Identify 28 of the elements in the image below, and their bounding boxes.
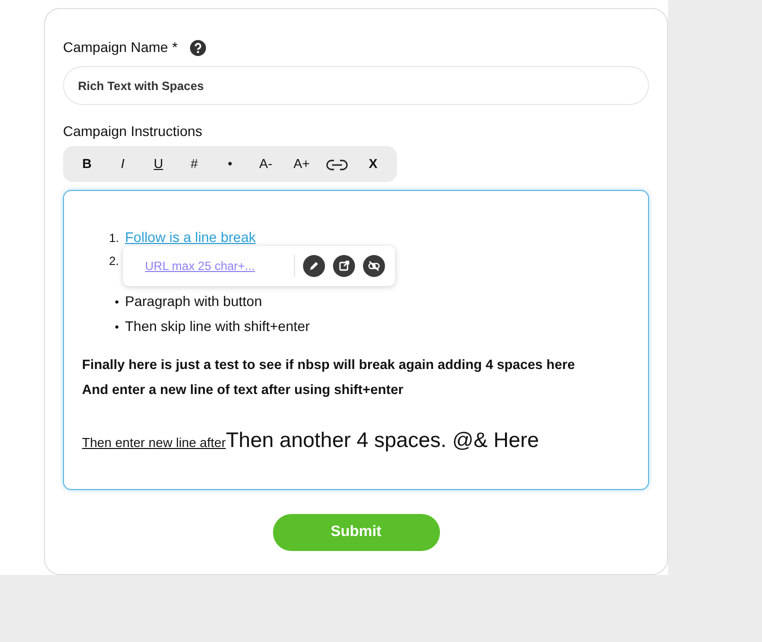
text-line: Finally here is just a test to see if nbsp will break again adding 4 spaces here xyxy=(82,356,576,374)
toolbar-button[interactable]: I xyxy=(104,149,141,179)
link-icon xyxy=(326,158,348,171)
external-link-button[interactable] xyxy=(333,255,355,277)
help-icon[interactable] xyxy=(190,40,206,56)
text-line: And enter a new line of text after using shift+enter xyxy=(82,381,404,399)
bullet-marker: • xyxy=(114,294,119,311)
name-input[interactable]: Rich Text with Spaces xyxy=(63,66,649,105)
required-mark: * xyxy=(172,38,178,57)
bullet-marker: • xyxy=(114,319,119,336)
toolbar-button[interactable]: # xyxy=(176,149,212,179)
toolbar-button[interactable]: A+ xyxy=(284,149,320,179)
list-item-text: Paragraph with button xyxy=(125,292,262,311)
toolbar-button[interactable]: B xyxy=(69,149,105,179)
list-item-text: Then skip line with shift+enter xyxy=(125,317,310,336)
edit-button[interactable] xyxy=(303,255,325,277)
toolbar-button[interactable]: A- xyxy=(248,149,284,179)
field-label: Campaign Instructions xyxy=(63,122,204,141)
list-number: 1. xyxy=(108,230,119,247)
editor-area[interactable] xyxy=(63,190,649,490)
toolbar-button[interactable]: • xyxy=(212,149,248,179)
field-label: Campaign Name xyxy=(63,38,168,57)
text-line: Then enter new line after xyxy=(82,434,226,452)
unlink-button[interactable] xyxy=(363,255,385,277)
list-number: 2. xyxy=(108,253,119,270)
large-text: Then another 4 spaces. @& Here xyxy=(226,428,539,454)
toolbar-button[interactable]: X xyxy=(355,149,392,179)
toolbar-button[interactable]: U xyxy=(140,149,176,179)
